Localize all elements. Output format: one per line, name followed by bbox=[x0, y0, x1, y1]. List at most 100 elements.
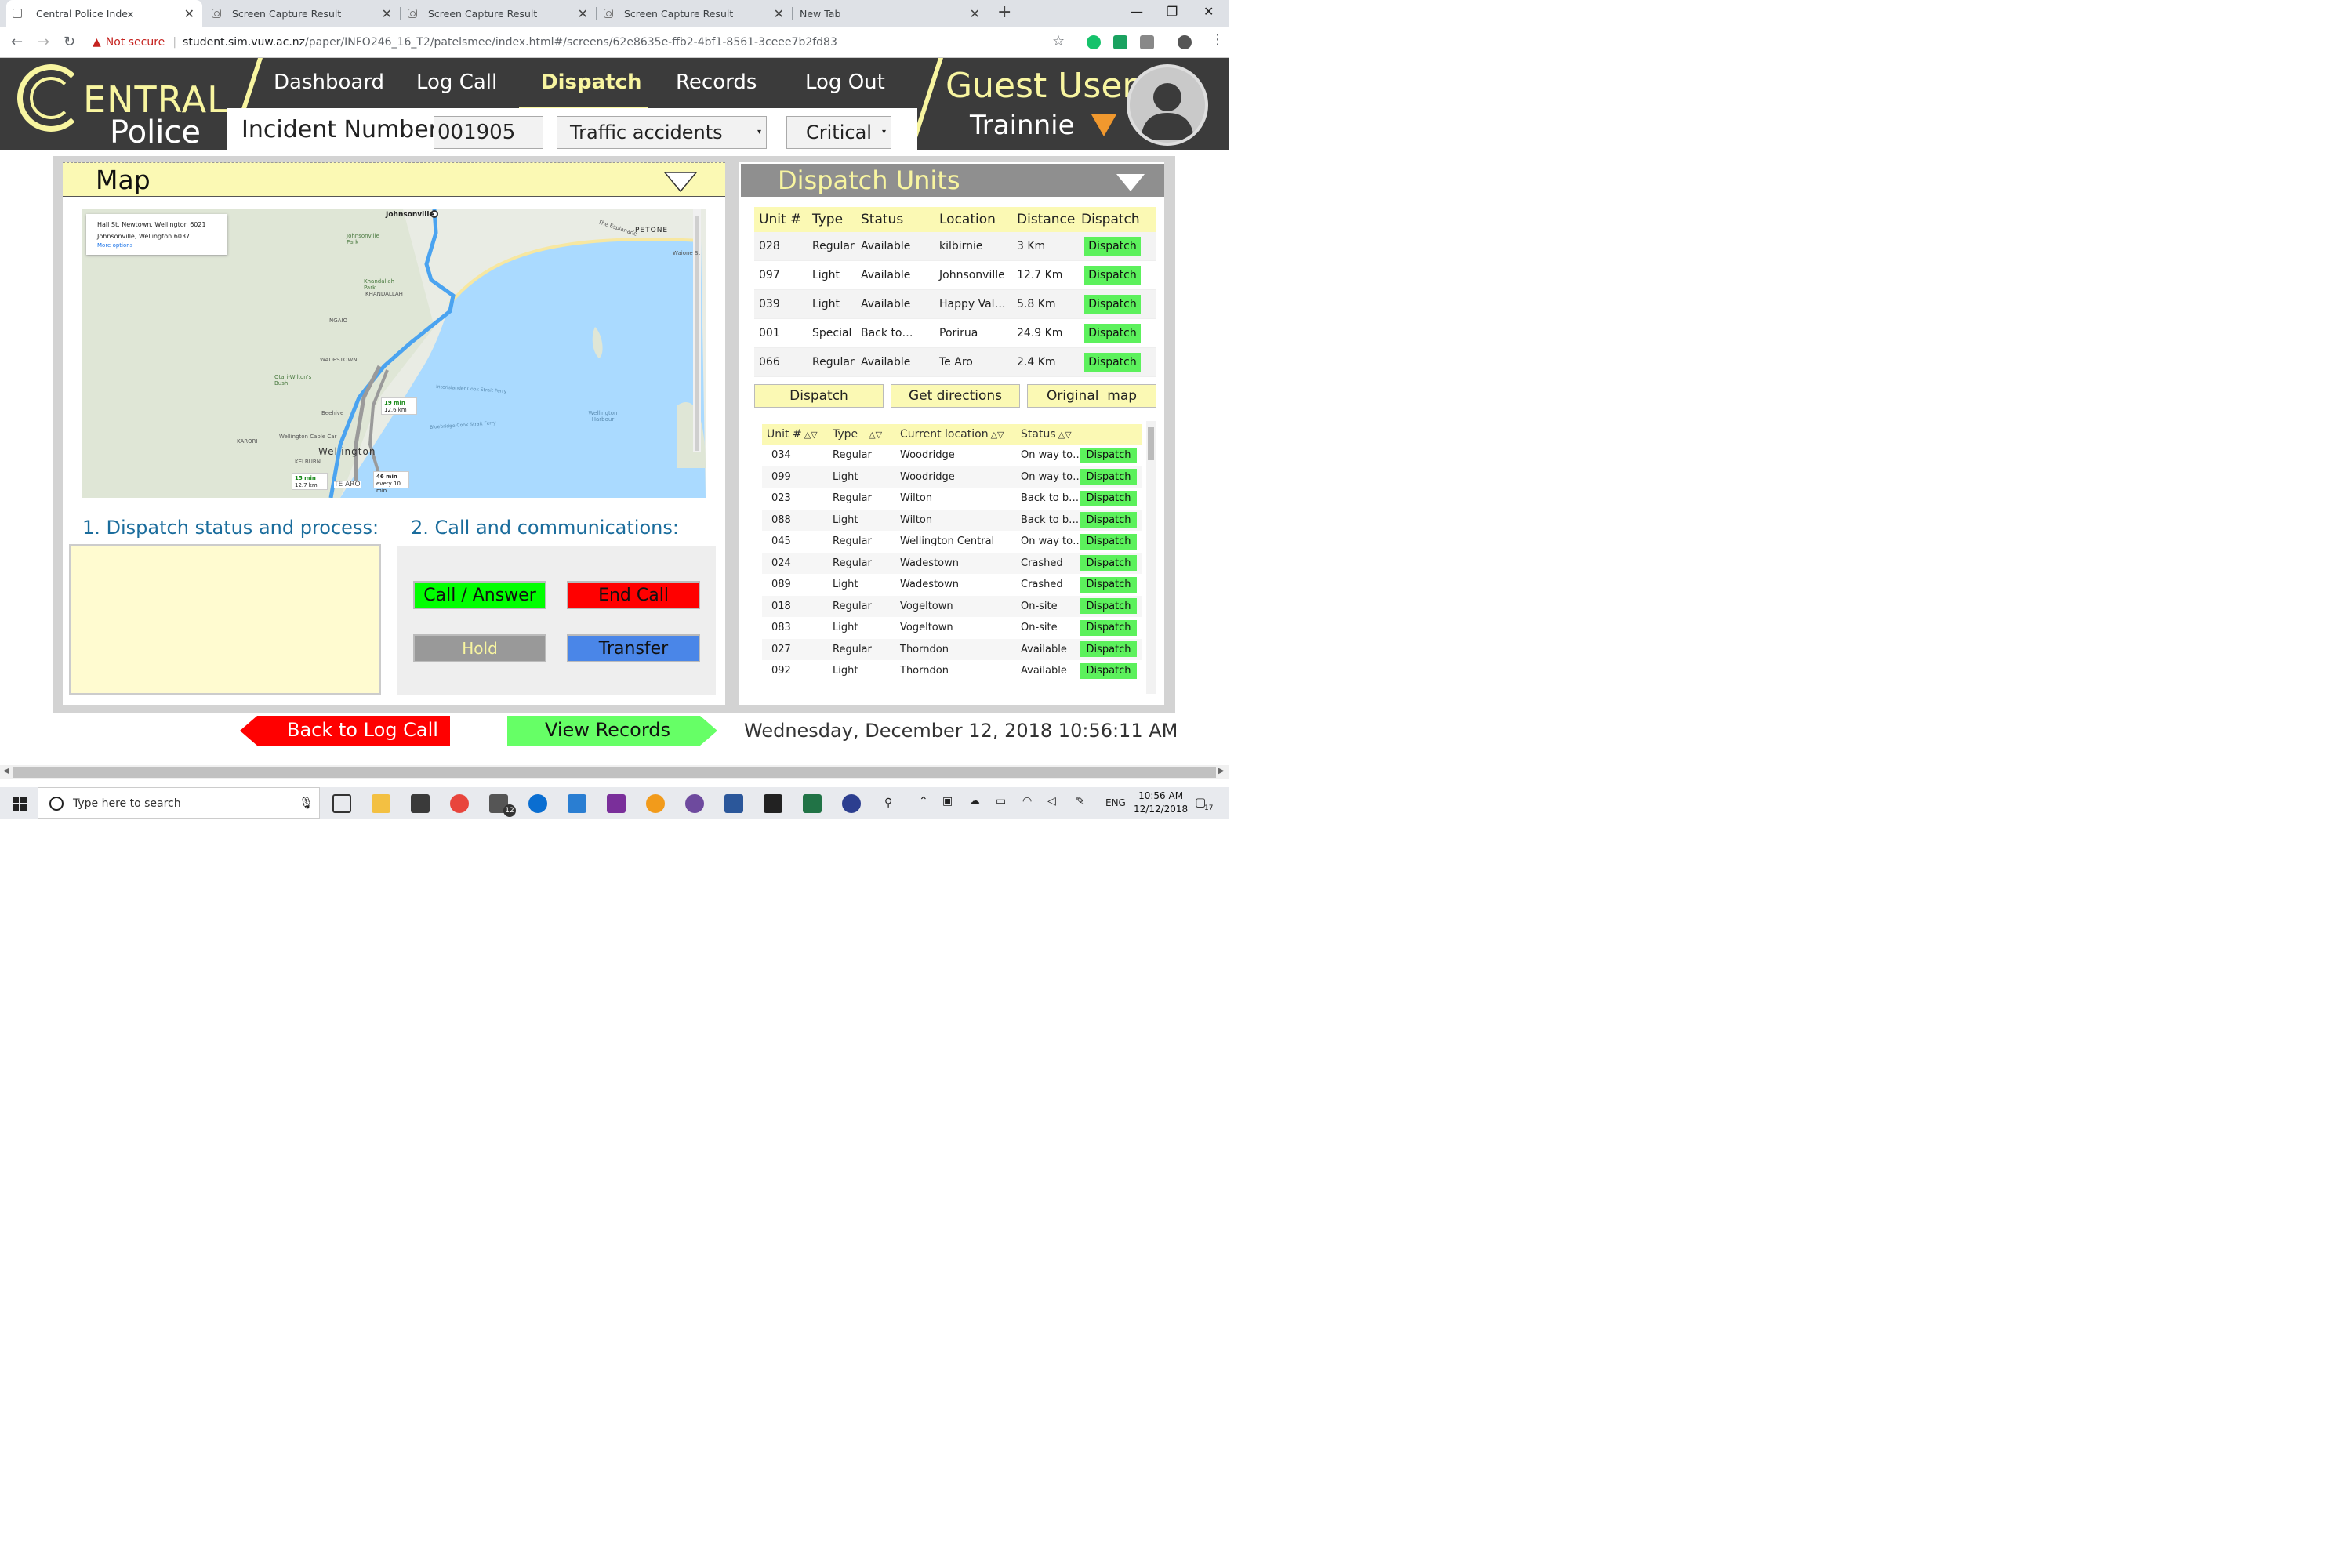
dispatch-button[interactable]: Dispatch bbox=[1080, 447, 1137, 463]
close-tab-icon[interactable]: ✕ bbox=[382, 6, 392, 21]
column-header[interactable]: Location bbox=[935, 212, 1012, 227]
menu-kebab-icon[interactable]: ⋮ bbox=[1210, 31, 1225, 48]
nav-log-call[interactable]: Log Call bbox=[416, 71, 497, 94]
back-arrow-icon[interactable]: ← bbox=[11, 34, 23, 50]
tray-display-icon[interactable]: ▣ bbox=[942, 795, 953, 808]
close-tab-icon[interactable]: ✕ bbox=[184, 6, 194, 21]
column-header[interactable]: Distance bbox=[1012, 212, 1076, 227]
grammarly-extension-icon[interactable] bbox=[1087, 35, 1101, 49]
column-header-status[interactable]: Status △▽ bbox=[1016, 428, 1094, 441]
central-police-logo[interactable]: ENTRAL Police bbox=[0, 58, 243, 151]
close-tab-icon[interactable]: ✕ bbox=[970, 6, 980, 21]
language-indicator[interactable]: ENG bbox=[1105, 797, 1126, 808]
list-item[interactable]: 024 Regular Wadestown Crashed Dispatch bbox=[762, 552, 1142, 574]
table-row[interactable]: 066 Regular Available Te Aro 2.4 Km Disp… bbox=[754, 348, 1156, 377]
maximize-button[interactable]: ❐ bbox=[1167, 4, 1178, 19]
word-icon[interactable] bbox=[724, 794, 743, 813]
list-item[interactable]: 099 Light Woodridge On way to… Dispatch bbox=[762, 466, 1142, 488]
file-explorer-icon[interactable] bbox=[372, 794, 390, 813]
route-time-badge[interactable]: 46 min every 10 min bbox=[373, 471, 409, 494]
transfer-button[interactable]: Transfer bbox=[567, 634, 700, 662]
people-icon[interactable]: ⚲ bbox=[884, 797, 892, 809]
call-answer-button[interactable]: Call / Answer bbox=[413, 581, 546, 609]
list-item[interactable]: 027 Regular Thorndon Available Dispatch bbox=[762, 638, 1142, 660]
nav-dashboard[interactable]: Dashboard bbox=[274, 71, 384, 94]
excel-icon[interactable] bbox=[803, 794, 822, 813]
incident-number-input[interactable]: 001905 bbox=[434, 116, 543, 149]
store-icon[interactable] bbox=[411, 794, 430, 813]
view-records-button[interactable]: View Records bbox=[507, 716, 717, 746]
microphone-icon[interactable]: 🎙 bbox=[299, 796, 314, 810]
scrollbar-thumb[interactable] bbox=[13, 767, 1216, 778]
route-map[interactable]: Hall St, Newtown, Wellington 6021 Johnso… bbox=[82, 209, 706, 498]
github-icon[interactable] bbox=[685, 794, 704, 813]
route-directions-box[interactable]: Hall St, Newtown, Wellington 6021 Johnso… bbox=[86, 214, 227, 255]
close-tab-icon[interactable]: ✕ bbox=[578, 6, 588, 21]
chrome-icon[interactable] bbox=[450, 794, 469, 813]
sort-arrows-icon[interactable]: △▽ bbox=[1058, 430, 1072, 440]
close-window-button[interactable]: ✕ bbox=[1203, 4, 1214, 19]
minimize-button[interactable]: — bbox=[1131, 4, 1143, 19]
taskbar-search-box[interactable]: Type here to search 🎙 bbox=[38, 787, 320, 819]
new-tab-button[interactable]: + bbox=[997, 2, 1011, 22]
hold-button[interactable]: Hold bbox=[413, 634, 546, 662]
nav-records[interactable]: Records bbox=[676, 71, 757, 94]
dispatch-button[interactable]: Dispatch bbox=[1084, 237, 1141, 256]
column-header[interactable]: Status bbox=[856, 212, 935, 227]
list-item[interactable]: 092 Light Thorndon Available Dispatch bbox=[762, 660, 1142, 682]
column-header-unit[interactable]: Unit # △▽ bbox=[762, 428, 828, 441]
incident-type-select[interactable]: Traffic accidents ▾ bbox=[557, 116, 767, 149]
browser-tab-new-tab[interactable]: New Tab ✕ bbox=[793, 0, 988, 27]
nav-dispatch[interactable]: Dispatch bbox=[541, 71, 641, 94]
list-scrollbar[interactable] bbox=[1146, 421, 1156, 694]
profile-icon[interactable] bbox=[1178, 35, 1192, 49]
dispatch-button[interactable]: Dispatch bbox=[1080, 555, 1137, 572]
camera-extension-icon[interactable] bbox=[1140, 35, 1154, 49]
list-item[interactable]: 034 Regular Woodridge On way to… Dispatch bbox=[762, 445, 1142, 466]
collapse-triangle-icon[interactable] bbox=[663, 171, 698, 193]
route-time-badge[interactable]: 15 min 12.7 km bbox=[292, 473, 328, 490]
dispatch-button[interactable]: Dispatch bbox=[1080, 619, 1137, 636]
scroll-left-icon[interactable]: ◀ bbox=[3, 767, 9, 775]
dispatch-button[interactable]: Dispatch bbox=[1084, 295, 1141, 314]
wifi-icon[interactable]: ◠ bbox=[1022, 795, 1032, 808]
browser-tab-capture-1[interactable]: Screen Capture Result ✕ bbox=[205, 0, 400, 27]
browser-tab-capture-2[interactable]: Screen Capture Result ✕ bbox=[401, 0, 596, 27]
dispatch-button[interactable]: Dispatch bbox=[1084, 353, 1141, 372]
dispatch-button[interactable]: Dispatch bbox=[1084, 324, 1141, 343]
column-header[interactable]: Unit # bbox=[754, 212, 808, 227]
user-menu-caret-icon[interactable] bbox=[1091, 114, 1116, 136]
original-map-button[interactable]: Original map bbox=[1027, 384, 1156, 408]
column-header-type[interactable]: Type △▽ bbox=[828, 428, 895, 441]
nav-log-out[interactable]: Log Out bbox=[805, 71, 885, 94]
table-row[interactable]: 028 Regular Available kilbirnie 3 Km Dis… bbox=[754, 232, 1156, 261]
get-directions-button[interactable]: Get directions bbox=[891, 384, 1020, 408]
forward-arrow-icon[interactable]: → bbox=[38, 34, 49, 50]
avatar[interactable] bbox=[1127, 64, 1208, 146]
onedrive-icon[interactable]: ☁ bbox=[969, 795, 980, 808]
edge-icon[interactable] bbox=[528, 794, 547, 813]
dispatch-button[interactable]: Dispatch bbox=[1080, 662, 1137, 679]
battery-icon[interactable]: ▭ bbox=[996, 795, 1006, 808]
sort-arrows-icon[interactable]: △▽ bbox=[869, 430, 882, 440]
volume-icon[interactable]: ◁ bbox=[1047, 795, 1056, 808]
end-call-button[interactable]: End Call bbox=[567, 581, 700, 609]
table-row[interactable]: 039 Light Available Happy Val… 5.8 Km Di… bbox=[754, 290, 1156, 319]
eclipse-icon[interactable] bbox=[842, 794, 861, 813]
windows-start-icon[interactable] bbox=[13, 797, 27, 811]
list-item[interactable]: 083 Light Vogeltown On-site Dispatch bbox=[762, 617, 1142, 639]
scrollbar-thumb[interactable] bbox=[1148, 427, 1154, 460]
browser-tab-capture-3[interactable]: Screen Capture Result ✕ bbox=[597, 0, 792, 27]
list-item[interactable]: 045 Regular Wellington Central On way to… Di… bbox=[762, 531, 1142, 553]
priority-select[interactable]: Critical ▾ bbox=[786, 116, 891, 149]
column-header[interactable]: Type bbox=[808, 212, 856, 227]
browser-tab-central-police[interactable]: Central Police Index ✕ bbox=[6, 0, 202, 27]
list-item[interactable]: 023 Regular Wilton Back to b… Dispatch bbox=[762, 488, 1142, 510]
list-item[interactable]: 089 Light Wadestown Crashed Dispatch bbox=[762, 574, 1142, 596]
back-to-log-call-button[interactable]: Back to Log Call bbox=[240, 716, 450, 746]
shield-extension-icon[interactable] bbox=[1113, 35, 1127, 49]
task-view-icon[interactable] bbox=[332, 794, 351, 813]
taskbar-clock[interactable]: 10:56 AM 12/12/2018 bbox=[1134, 789, 1188, 816]
reload-icon[interactable]: ↻ bbox=[64, 34, 75, 50]
list-item[interactable]: 088 Light Wilton Back to b… Dispatch bbox=[762, 509, 1142, 531]
